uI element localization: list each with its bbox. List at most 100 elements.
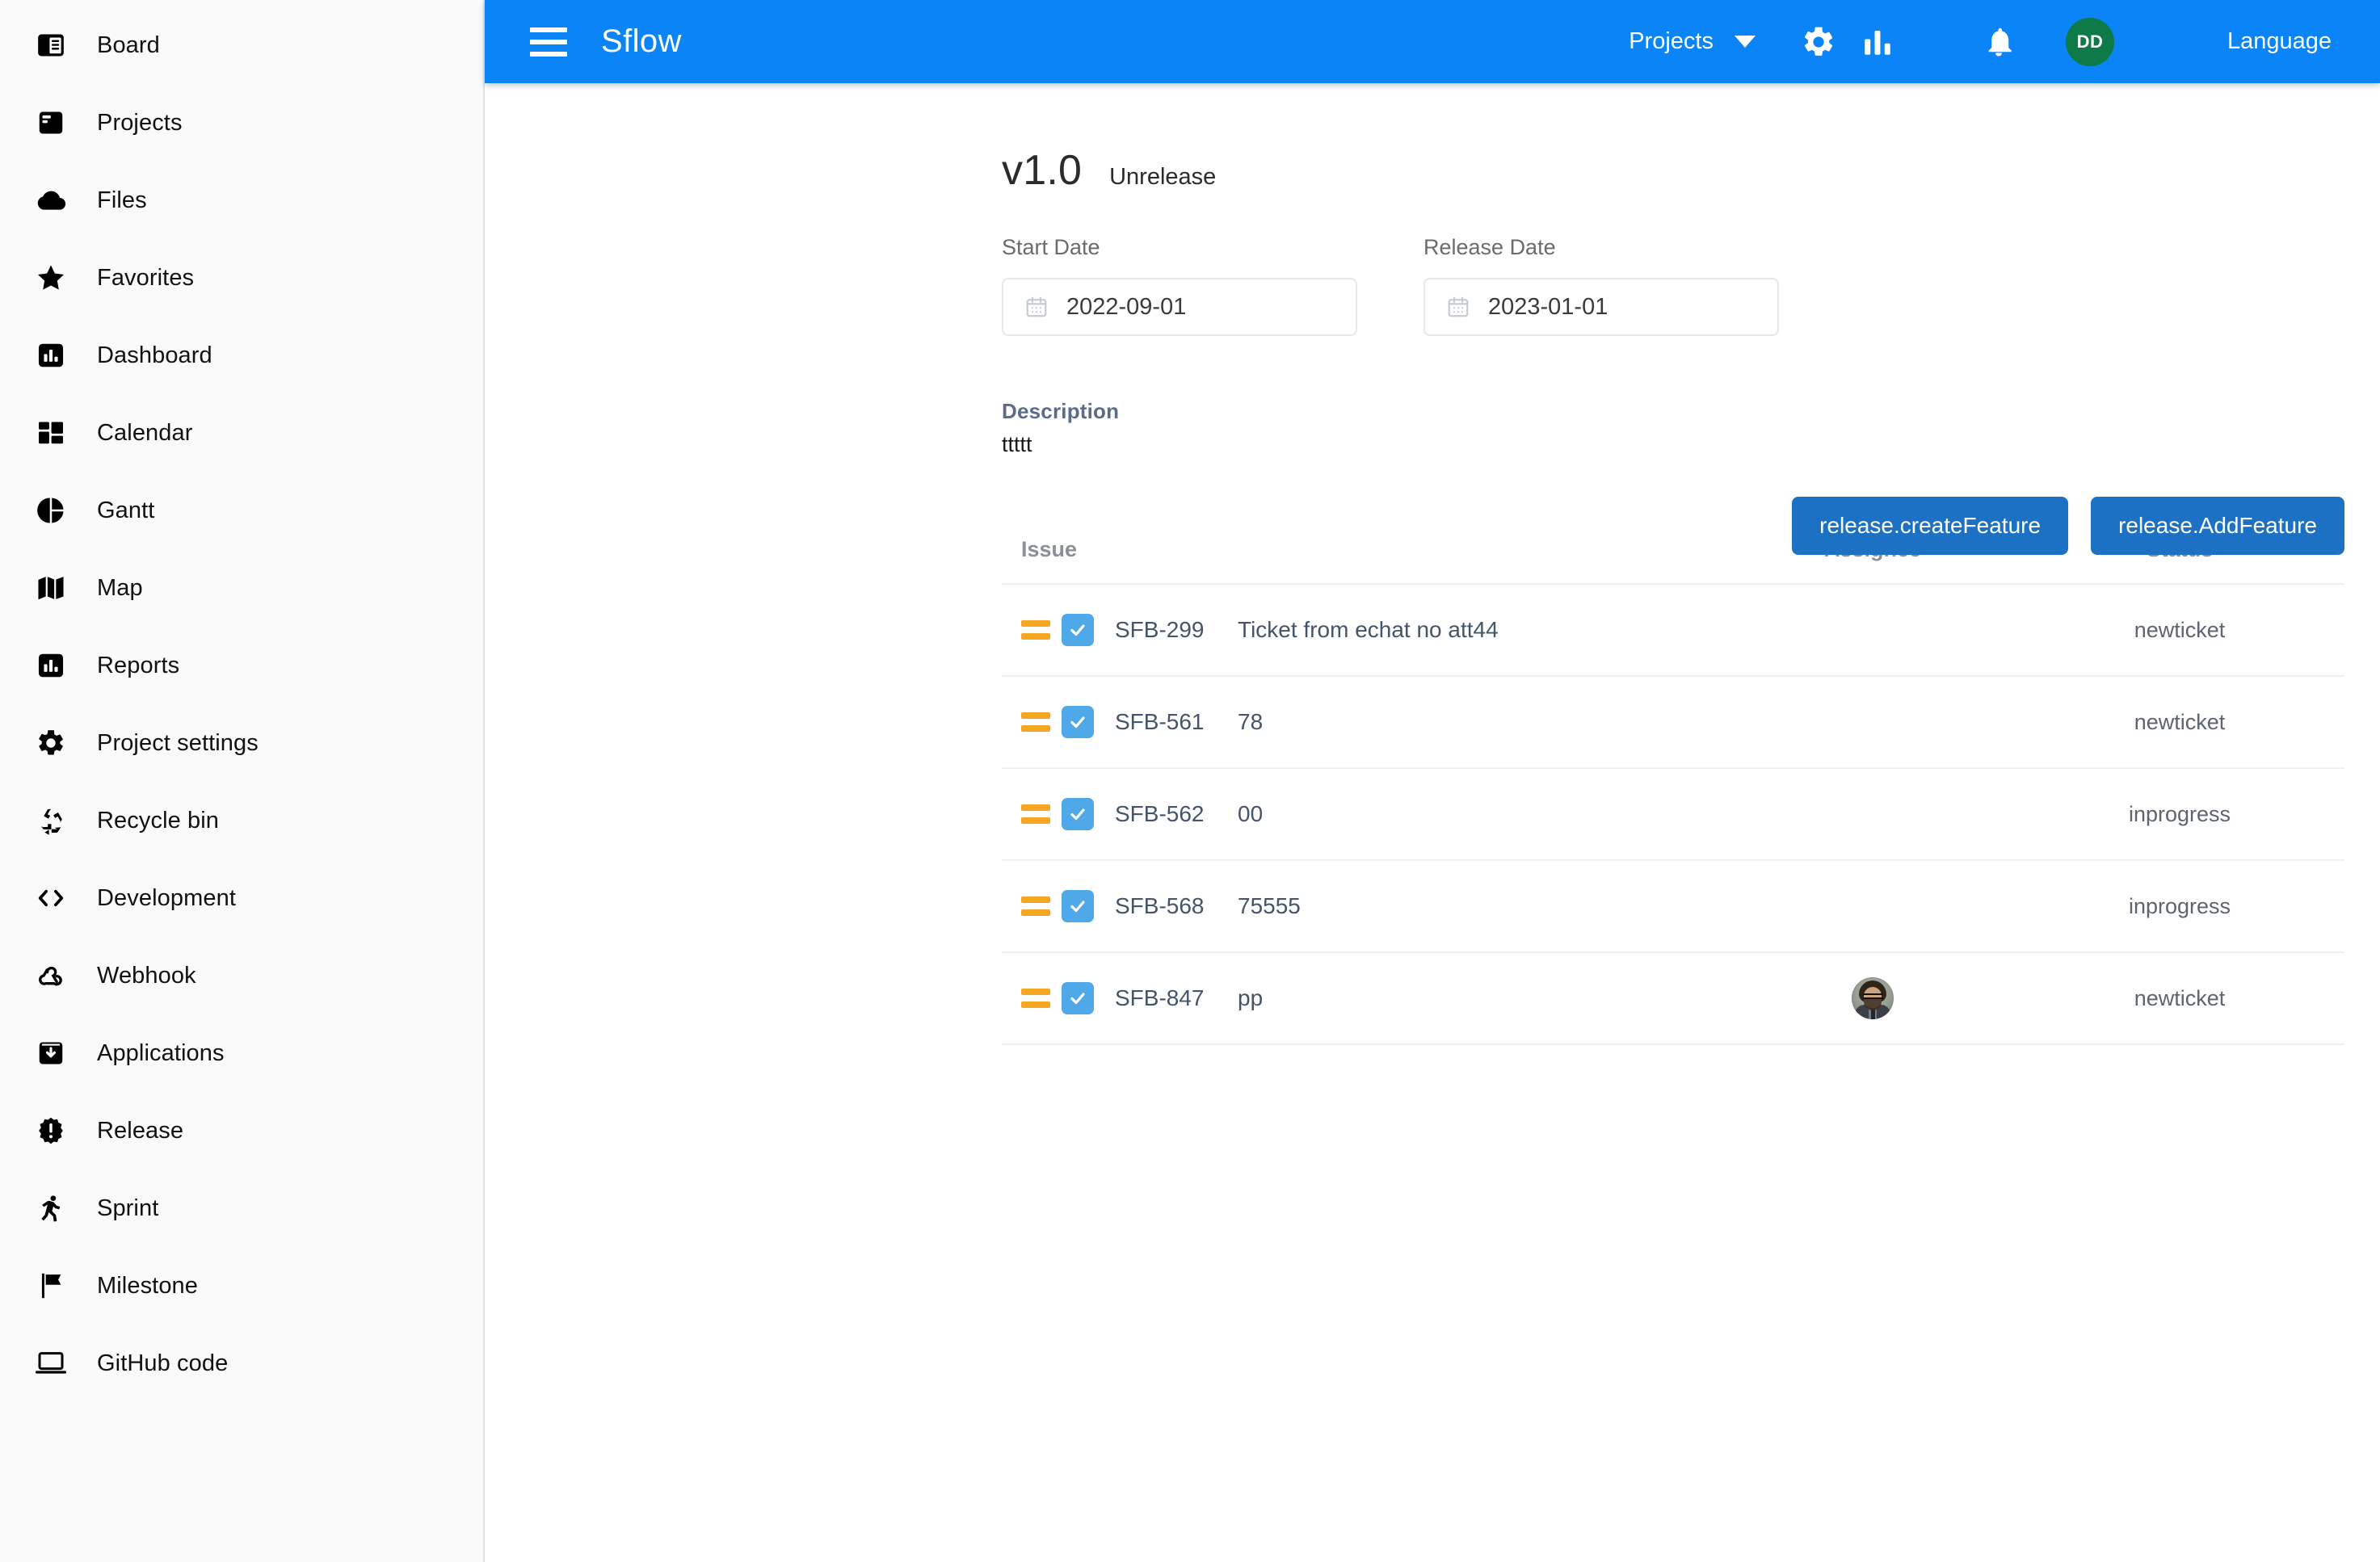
issue-summary[interactable]: 75555 (1238, 893, 1301, 919)
sidebar-item-github-code[interactable]: GitHub code (0, 1325, 483, 1402)
sidebar-item-label: Gantt (97, 497, 155, 523)
pie-chart-icon (24, 495, 78, 526)
bell-icon[interactable] (1982, 25, 2016, 59)
brand-title: Sflow (601, 23, 682, 59)
sidebar-item-map[interactable]: Map (0, 549, 483, 627)
priority-medium-icon (1021, 989, 1050, 1008)
issue-summary[interactable]: Ticket from echat no att44 (1238, 617, 1499, 643)
release-header: v1.0 Unrelease (1002, 146, 2380, 195)
recycle-icon (24, 805, 78, 836)
gear-icon[interactable] (1801, 24, 1836, 60)
issue-cell: SFB-562 00 (1021, 798, 1711, 830)
create-feature-button[interactable]: release.createFeature (1792, 497, 2069, 555)
cloud-icon (24, 184, 78, 216)
issue-key[interactable]: SFB-561 (1115, 709, 1238, 735)
release-state: Unrelease (1109, 164, 1217, 190)
projects-menu-label: Projects (1629, 28, 1714, 54)
sidebar-item-gantt[interactable]: Gantt (0, 472, 483, 549)
issue-key[interactable]: SFB-299 (1115, 617, 1238, 643)
chevron-down-icon (1734, 36, 1756, 48)
runner-icon (24, 1193, 78, 1224)
sidebar-item-label: Development (97, 884, 236, 911)
table-row[interactable]: SFB-561 78 newticket (1002, 677, 2344, 769)
issue-key[interactable]: SFB-562 (1115, 801, 1238, 827)
status-badge: newticket (2134, 617, 2226, 642)
grid-icon (24, 418, 78, 447)
table-row[interactable]: SFB-299 Ticket from echat no att44 newtick… (1002, 585, 2344, 677)
sidebar-item-favorites[interactable]: Favorites (0, 239, 483, 317)
start-date-field: Start Date 2022-09-01 (1002, 235, 1357, 336)
feature-actions: release.createFeature release.AddFeature (1792, 497, 2344, 555)
bar-chart-icon (24, 650, 78, 681)
board-icon (24, 30, 78, 61)
sidebar-item-projects[interactable]: Projects (0, 84, 483, 162)
sidebar-item-label: Applications (97, 1039, 225, 1066)
sidebar-item-development[interactable]: Development (0, 859, 483, 937)
priority-medium-icon (1021, 896, 1050, 916)
priority-medium-icon (1021, 620, 1050, 640)
table-row[interactable]: SFB-562 00 inprogress (1002, 769, 2344, 861)
issue-summary[interactable]: pp (1238, 985, 1263, 1011)
language-button[interactable]: Language (2227, 28, 2332, 55)
add-feature-button[interactable]: release.AddFeature (2091, 497, 2344, 555)
start-date-input[interactable]: 2022-09-01 (1002, 278, 1357, 336)
sidebar-item-label: Favorites (97, 264, 195, 291)
table-row[interactable]: SFB-847 pp newticket (1002, 953, 2344, 1045)
sidebar-item-label: Milestone (97, 1272, 199, 1299)
issue-cell: SFB-299 Ticket from echat no att44 (1021, 614, 1711, 646)
sidebar-item-calendar[interactable]: Calendar (0, 394, 483, 472)
sidebar-item-release[interactable]: Release (0, 1092, 483, 1169)
projects-icon (24, 107, 78, 138)
hamburger-icon[interactable] (530, 27, 567, 57)
sidebar-item-label: GitHub code (97, 1350, 229, 1376)
sidebar-item-board[interactable]: Board (0, 6, 483, 84)
issue-cell: SFB-561 78 (1021, 706, 1711, 738)
sidebar-item-webhook[interactable]: Webhook (0, 937, 483, 1014)
description-block: Description ttttt (1002, 399, 2380, 457)
status-badge: inprogress (2128, 801, 2231, 826)
release-date-field: Release Date 2023-01-01 (1423, 235, 1779, 336)
issue-key[interactable]: SFB-847 (1115, 985, 1238, 1011)
task-type-icon (1062, 890, 1094, 922)
sidebar-item-label: Dashboard (97, 342, 212, 368)
avatar-initials: DD (2076, 31, 2104, 52)
sidebar-item-reports[interactable]: Reports (0, 627, 483, 704)
assignee-cell (1711, 977, 2034, 1019)
main-area: Sflow Projects DD Language v1.0 Unreleas… (485, 0, 2380, 1562)
issue-cell: SFB-847 pp (1021, 982, 1711, 1014)
bar-chart-icon[interactable] (1861, 25, 1894, 59)
user-avatar[interactable]: DD (2065, 17, 2114, 66)
sidebar-item-project-settings[interactable]: Project settings (0, 704, 483, 782)
gear-icon (24, 728, 78, 758)
status-badge: newticket (2134, 709, 2226, 734)
description-value: ttttt (1002, 432, 1032, 456)
table-row[interactable]: SFB-568 75555 inprogress (1002, 861, 2344, 953)
sidebar-item-label: Files (97, 187, 147, 213)
sidebar-item-milestone[interactable]: Milestone (0, 1247, 483, 1325)
release-date-input[interactable]: 2023-01-01 (1423, 278, 1779, 336)
issue-key[interactable]: SFB-568 (1115, 893, 1238, 919)
description-label: Description (1002, 399, 1120, 423)
projects-menu[interactable]: Projects (1629, 28, 1756, 55)
release-badge-icon (24, 1115, 78, 1146)
sidebar-item-applications[interactable]: Applications (0, 1014, 483, 1092)
assignee-avatar[interactable] (1852, 977, 1894, 1019)
top-bar: Sflow Projects DD Language (485, 0, 2380, 83)
start-date-label: Start Date (1002, 235, 1100, 259)
sidebar-item-label: Project settings (97, 729, 259, 756)
issue-summary[interactable]: 00 (1238, 801, 1263, 827)
sidebar-item-recycle-bin[interactable]: Recycle bin (0, 782, 483, 859)
issue-summary[interactable]: 78 (1238, 709, 1263, 735)
issues-table: Issue Assignee Status SFB-299Ticket from… (1002, 515, 2344, 1045)
calendar-icon (1024, 295, 1049, 319)
sidebar-item-label: Reports (97, 652, 180, 678)
sidebar: Board Projects Files Favorites Dashboard Cale… (0, 0, 485, 1562)
release-content: v1.0 Unrelease Start Date 2022-09-01 Rel… (485, 83, 2380, 1045)
sidebar-item-files[interactable]: Files (0, 162, 483, 239)
priority-medium-icon (1021, 804, 1050, 824)
sidebar-item-dashboard[interactable]: Dashboard (0, 317, 483, 394)
task-type-icon (1062, 982, 1094, 1014)
download-box-icon (24, 1038, 78, 1069)
task-type-icon (1062, 614, 1094, 646)
sidebar-item-sprint[interactable]: Sprint (0, 1169, 483, 1247)
